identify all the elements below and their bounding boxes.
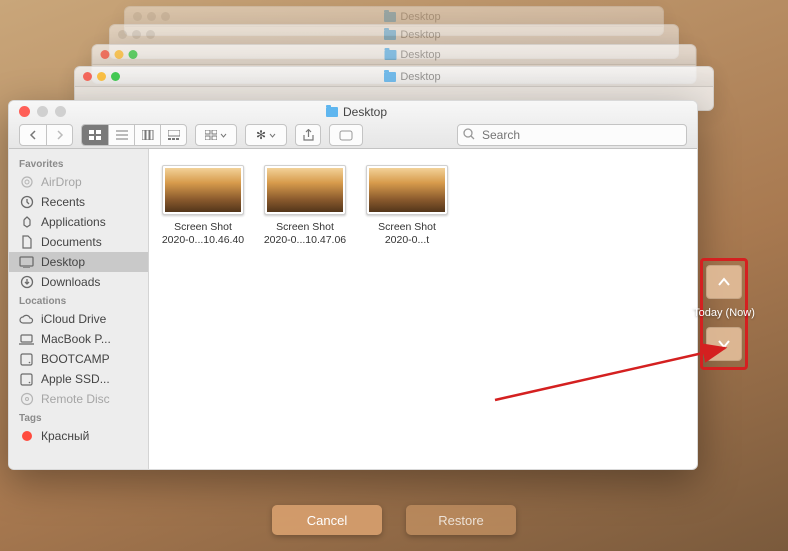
disk-icon	[19, 353, 34, 366]
window-title: Desktop	[66, 105, 647, 119]
sidebar-item-label: Apple SSD...	[41, 372, 110, 386]
sidebar-item-label: iCloud Drive	[41, 312, 106, 326]
view-column-button[interactable]	[134, 125, 160, 145]
sidebar-item-remote-disc[interactable]: Remote Disc	[9, 389, 148, 409]
sidebar-item--[interactable]: Красный	[9, 426, 148, 446]
laptop-icon	[19, 333, 34, 346]
folder-icon	[326, 107, 338, 117]
sidebar-item-applications[interactable]: Applications	[9, 212, 148, 232]
gear-icon: ✻	[256, 128, 266, 142]
sidebar-item-downloads[interactable]: Downloads	[9, 272, 148, 292]
downloads-icon	[19, 276, 34, 289]
file-thumbnail	[366, 165, 448, 215]
file-thumbnail	[162, 165, 244, 215]
annotation-highlight: Today (Now)	[700, 258, 748, 370]
sidebar-item-label: MacBook P...	[41, 332, 111, 346]
zoom-icon	[55, 106, 66, 117]
window-title-text: Desktop	[343, 105, 387, 119]
view-list-button[interactable]	[108, 125, 134, 145]
folder-icon	[384, 50, 396, 60]
disk-icon	[19, 373, 34, 386]
sidebar-item-label: BOOTCAMP	[41, 352, 110, 366]
recents-icon	[19, 196, 34, 209]
sidebar-item-label: AirDrop	[41, 175, 82, 189]
sidebar-item-recents[interactable]: Recents	[9, 192, 148, 212]
finder-window: Desktop ✻	[8, 100, 698, 470]
search-input[interactable]	[457, 124, 687, 146]
sidebar-item-label: Recents	[41, 195, 85, 209]
stack-title: Desktop	[400, 11, 440, 23]
share-icon	[303, 129, 314, 141]
file-name: Screen Shot 2020-0...10.47.06	[263, 221, 347, 247]
timeline-label: Today (Now)	[693, 305, 755, 321]
file-item[interactable]: Screen Shot 2020-0...t 10.47.17	[365, 165, 449, 247]
stack-title: Desktop	[400, 71, 440, 83]
timeline-next-button[interactable]	[706, 327, 742, 361]
airdrop-icon	[19, 176, 34, 189]
file-grid: Screen Shot 2020-0...10.46.40 Screen Shot…	[161, 165, 685, 247]
sidebar-item-label: Красный	[41, 429, 89, 443]
applications-icon	[19, 216, 34, 229]
tags-button[interactable]	[329, 124, 363, 146]
sidebar-item-apple-ssd-[interactable]: Apple SSD...	[9, 369, 148, 389]
sidebar-section-header: Locations	[9, 292, 148, 309]
sidebar-item-label: Desktop	[41, 255, 85, 269]
file-item[interactable]: Screen Shot 2020-0...10.46.40	[161, 165, 245, 247]
sidebar-item-documents[interactable]: Documents	[9, 232, 148, 252]
disc-icon	[19, 393, 34, 406]
search-icon	[463, 128, 475, 140]
folder-icon	[384, 12, 396, 22]
stack-title: Desktop	[400, 29, 440, 41]
chevron-up-icon	[717, 277, 731, 287]
sidebar-item-label: Downloads	[41, 275, 100, 289]
group-by-button[interactable]	[195, 124, 237, 146]
view-icon-button[interactable]	[82, 125, 108, 145]
traffic-lights	[19, 106, 66, 117]
close-icon[interactable]	[19, 106, 30, 117]
sidebar-item-airdrop[interactable]: AirDrop	[9, 172, 148, 192]
titlebar: Desktop ✻	[9, 101, 697, 149]
file-name: Screen Shot 2020-0...t 10.47.17	[365, 221, 449, 247]
timeline-controls: Today (Now)	[700, 258, 748, 370]
back-button[interactable]	[20, 125, 46, 145]
sidebar-item-macbook-p-[interactable]: MacBook P...	[9, 329, 148, 349]
sidebar: Favorites AirDrop Recents Applications Docum…	[9, 149, 149, 469]
sidebar-item-bootcamp[interactable]: BOOTCAMP	[9, 349, 148, 369]
sidebar-item-icloud-drive[interactable]: iCloud Drive	[9, 309, 148, 329]
action-menu-button[interactable]: ✻	[245, 124, 287, 146]
folder-icon	[384, 72, 396, 82]
nav-back-forward	[19, 124, 73, 146]
restore-button: Restore	[406, 505, 516, 535]
desktop-icon	[19, 256, 34, 269]
content-area[interactable]: Screen Shot 2020-0...10.46.40 Screen Shot…	[149, 149, 697, 469]
search-field[interactable]	[457, 124, 687, 146]
sidebar-item-desktop[interactable]: Desktop	[9, 252, 148, 272]
tag-icon	[19, 430, 34, 443]
view-gallery-button[interactable]	[160, 125, 186, 145]
icloud-icon	[19, 313, 34, 326]
forward-button[interactable]	[46, 125, 72, 145]
file-name: Screen Shot 2020-0...10.46.40	[161, 221, 245, 247]
timeline-prev-button[interactable]	[706, 265, 742, 299]
view-mode-segment	[81, 124, 187, 146]
sidebar-item-label: Documents	[41, 235, 102, 249]
bottom-bar: Cancel Restore	[272, 505, 516, 535]
sidebar-item-label: Applications	[41, 215, 106, 229]
chevron-down-icon	[717, 339, 731, 349]
tag-icon	[339, 130, 353, 141]
stack-title: Desktop	[400, 49, 440, 61]
folder-icon	[384, 30, 396, 40]
sidebar-section-header: Favorites	[9, 155, 148, 172]
minimize-icon	[37, 106, 48, 117]
share-button[interactable]	[295, 124, 321, 146]
sidebar-section-header: Tags	[9, 409, 148, 426]
cancel-button[interactable]: Cancel	[272, 505, 382, 535]
sidebar-item-label: Remote Disc	[41, 392, 110, 406]
file-item[interactable]: Screen Shot 2020-0...10.47.06	[263, 165, 347, 247]
documents-icon	[19, 236, 34, 249]
file-thumbnail	[264, 165, 346, 215]
